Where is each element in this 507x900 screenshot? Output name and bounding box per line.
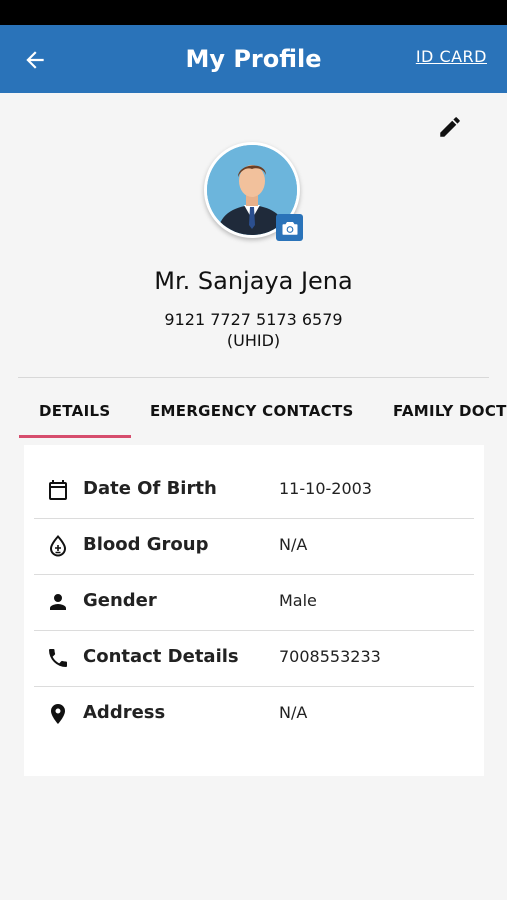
detail-row-gender: Gender Male <box>34 574 474 630</box>
blood-drop-icon <box>49 535 67 557</box>
divider <box>18 377 489 378</box>
detail-label: Contact Details <box>83 646 239 667</box>
phone-icon <box>49 649 67 667</box>
detail-row-address: Address N/A <box>34 686 474 742</box>
detail-value: N/A <box>279 535 308 554</box>
camera-glyph-icon <box>282 221 297 235</box>
details-card: Date Of Birth 11-10-2003 Blood Group N/A… <box>24 445 484 776</box>
tab-details[interactable]: DETAILS <box>39 402 110 420</box>
app-bar: My Profile ID CARD <box>0 25 507 93</box>
detail-label: Date Of Birth <box>83 478 217 499</box>
detail-value: N/A <box>279 703 308 722</box>
detail-label: Gender <box>83 590 157 611</box>
person-icon <box>50 594 66 610</box>
detail-value: Male <box>279 591 317 610</box>
detail-value: 7008553233 <box>279 647 381 666</box>
detail-value: 11-10-2003 <box>279 479 372 498</box>
profile-name: Mr. Sanjaya Jena <box>154 267 353 295</box>
id-card-link[interactable]: ID CARD <box>416 47 487 66</box>
detail-row-date-of-birth: Date Of Birth 11-10-2003 <box>34 462 474 518</box>
tab-family-doctor[interactable]: FAMILY DOCTOR <box>393 402 507 420</box>
detail-label: Blood Group <box>83 534 209 555</box>
location-pin-icon <box>51 704 65 724</box>
detail-row-contact-details: Contact Details 7008553233 <box>34 630 474 686</box>
calendar-icon <box>49 480 67 500</box>
edit-pencil-icon[interactable] <box>437 114 463 140</box>
active-tab-indicator <box>19 435 131 438</box>
uhid-label: (UHID) <box>226 331 281 350</box>
tab-bar: DETAILS EMERGENCY CONTACTS FAMILY DOCTOR <box>0 380 507 440</box>
detail-label: Address <box>83 702 166 723</box>
tab-emergency-contacts[interactable]: EMERGENCY CONTACTS <box>150 402 354 420</box>
detail-row-blood-group: Blood Group N/A <box>34 518 474 574</box>
uhid-number: 9121 7727 5173 6579 <box>164 310 343 329</box>
status-bar <box>0 0 507 25</box>
camera-icon[interactable] <box>276 214 303 241</box>
